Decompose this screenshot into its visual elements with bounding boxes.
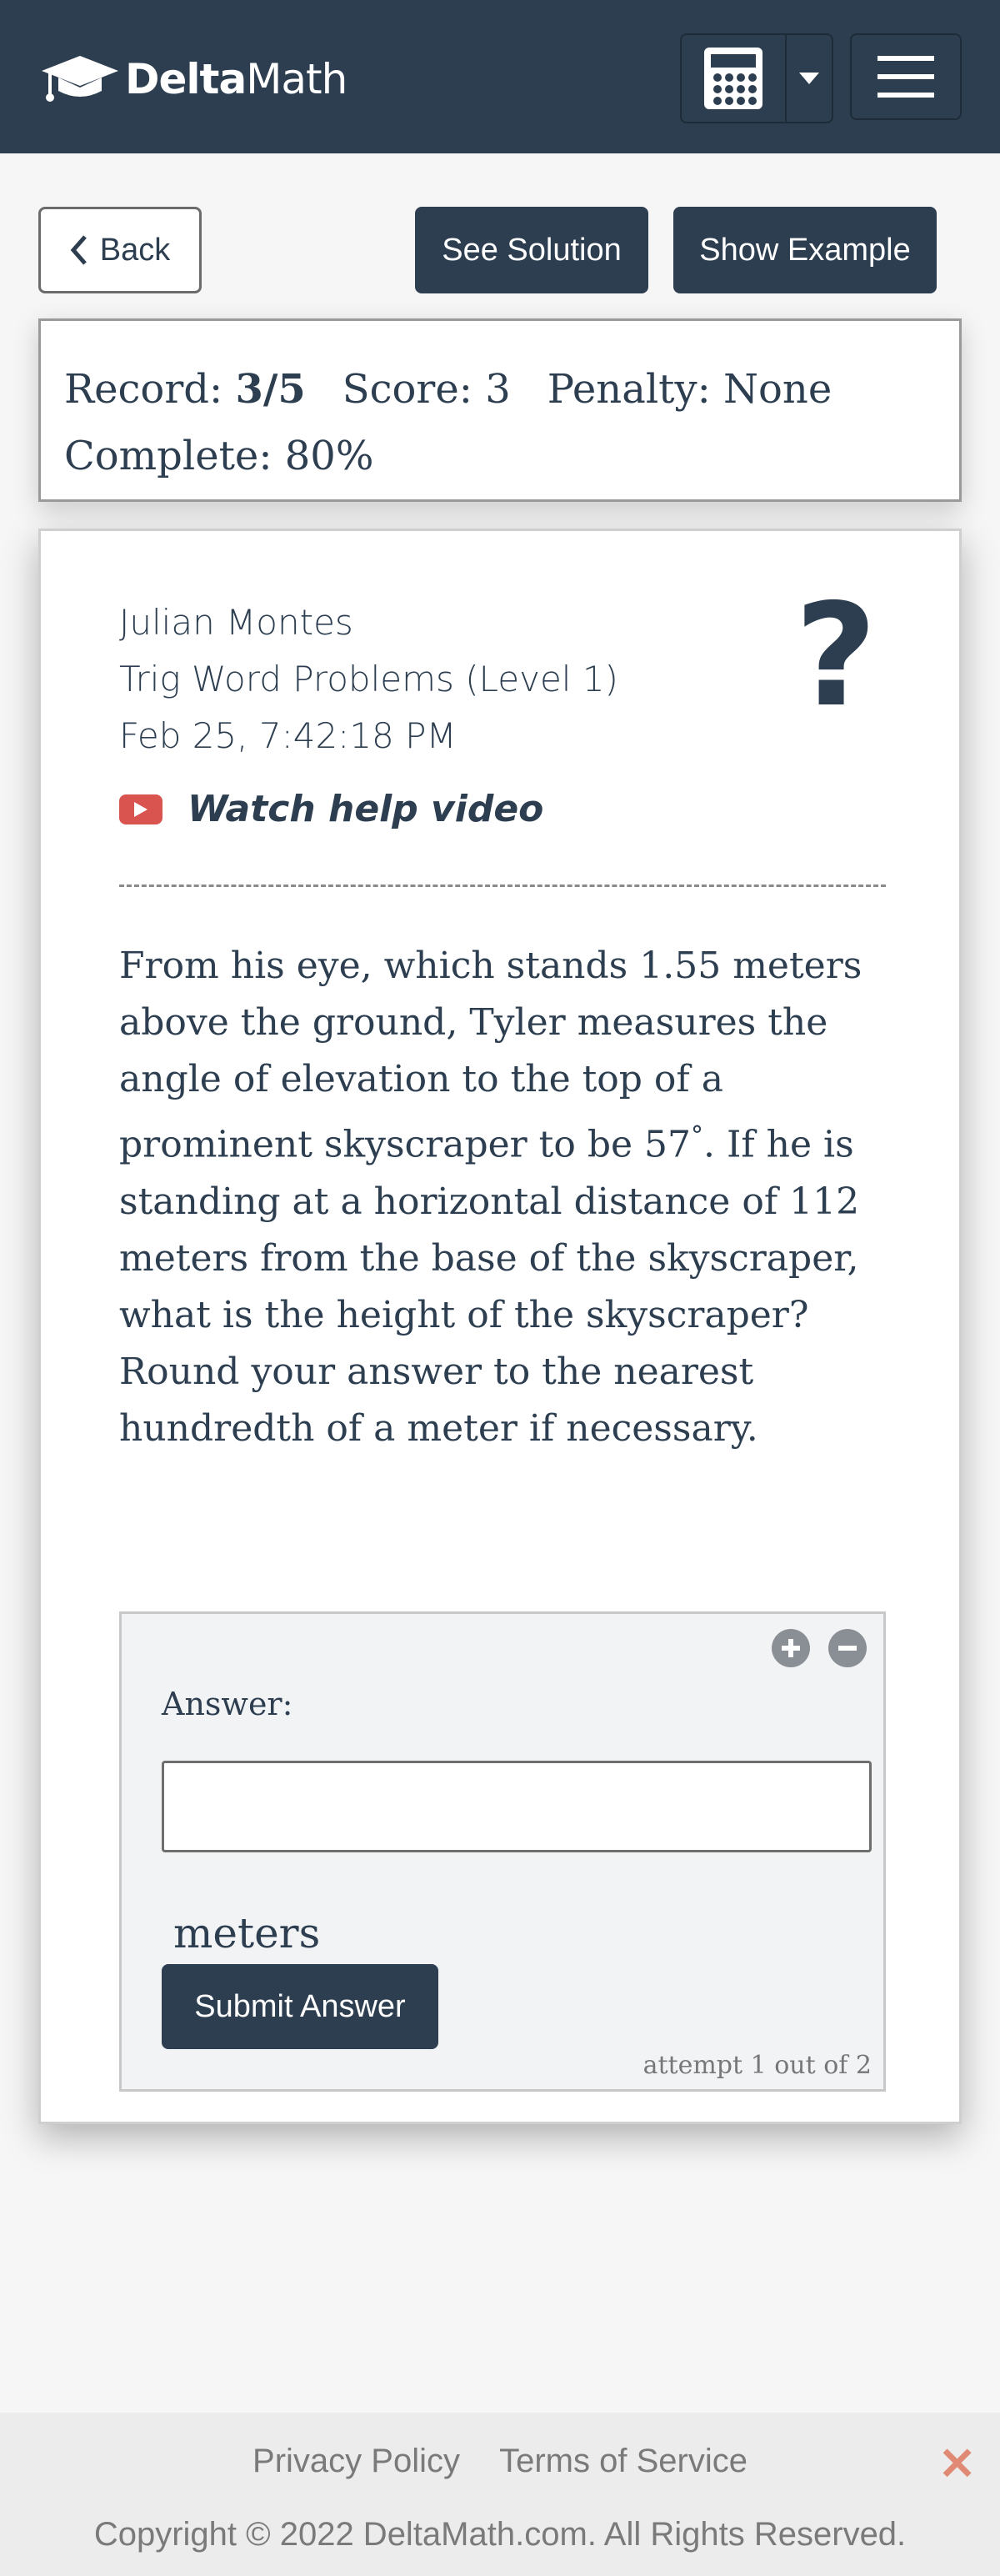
calculator-dropdown [680, 33, 833, 123]
brand-name: DeltaMath [125, 55, 348, 103]
penalty-text: Penalty: None [547, 366, 832, 413]
terms-of-service-link[interactable]: Terms of Service [499, 2443, 748, 2479]
score-text: Score: 3 [342, 366, 511, 413]
answer-label: Answer: [162, 1686, 293, 1722]
assignment-meta: Julian Montes Trig Word Problems (Level … [119, 594, 618, 764]
minus-circle-icon [838, 1646, 857, 1651]
answer-panel: Answer: meters Submit Answer attempt 1 o… [119, 1611, 886, 2092]
answer-unit: meters [173, 1909, 321, 1957]
calculator-icon [704, 48, 762, 109]
show-example-button[interactable]: Show Example [673, 207, 937, 293]
footer: Privacy Policy Terms of Service Copyrigh… [0, 2413, 1000, 2576]
brand-logo[interactable]: DeltaMath [40, 50, 348, 108]
chevron-left-icon [70, 235, 87, 265]
back-label: Back [99, 232, 171, 268]
attempt-counter: attempt 1 out of 2 [642, 2051, 872, 2080]
answer-input[interactable] [162, 1761, 872, 1852]
zoom-out-button[interactable] [828, 1629, 867, 1667]
problem-text: From his eye, which stands 1.55 meters a… [119, 945, 862, 1450]
skill-name: Trig Word Problems (Level 1) [119, 659, 618, 699]
dashed-divider [119, 885, 886, 887]
student-name: Julian Montes [119, 602, 353, 643]
copyright-text: Copyright © 2022 DeltaMath.com. All Righ… [93, 2516, 907, 2553]
youtube-icon [119, 794, 162, 824]
help-question-icon[interactable]: ? [769, 585, 902, 731]
privacy-policy-link[interactable]: Privacy Policy [252, 2443, 460, 2479]
footer-links: Privacy Policy Terms of Service [0, 2443, 1000, 2480]
calculator-caret-button[interactable] [787, 35, 832, 122]
record-label: Record: [64, 366, 223, 413]
submit-answer-button[interactable]: Submit Answer [162, 1964, 438, 2049]
graduation-cap-icon [42, 56, 118, 102]
plus-circle-icon [782, 1639, 800, 1657]
degree-symbol: ° [691, 1121, 704, 1150]
see-solution-button[interactable]: See Solution [415, 207, 648, 293]
watch-help-video-label: Watch help video [188, 788, 544, 830]
watch-help-video-link[interactable]: Watch help video [119, 788, 543, 830]
record-value: 3/5 [235, 366, 306, 413]
complete-text: Complete: 80% [64, 433, 374, 479]
close-icon[interactable]: ✕ [938, 2438, 976, 2490]
caret-down-icon [799, 73, 819, 84]
hamburger-menu-icon [878, 56, 934, 98]
record-panel: Record: 3/5 Score: 3 Penalty: None Complet… [38, 318, 962, 502]
calculator-button[interactable] [682, 35, 787, 122]
problem-card: Julian Montes Trig Word Problems (Level … [38, 529, 962, 2124]
timestamp: Feb 25, 7:42:18 PM [119, 715, 457, 756]
zoom-in-button[interactable] [772, 1629, 810, 1667]
back-button[interactable]: Back [38, 207, 202, 293]
top-navbar: DeltaMath [0, 0, 1000, 153]
hamburger-menu-button[interactable] [850, 33, 962, 120]
